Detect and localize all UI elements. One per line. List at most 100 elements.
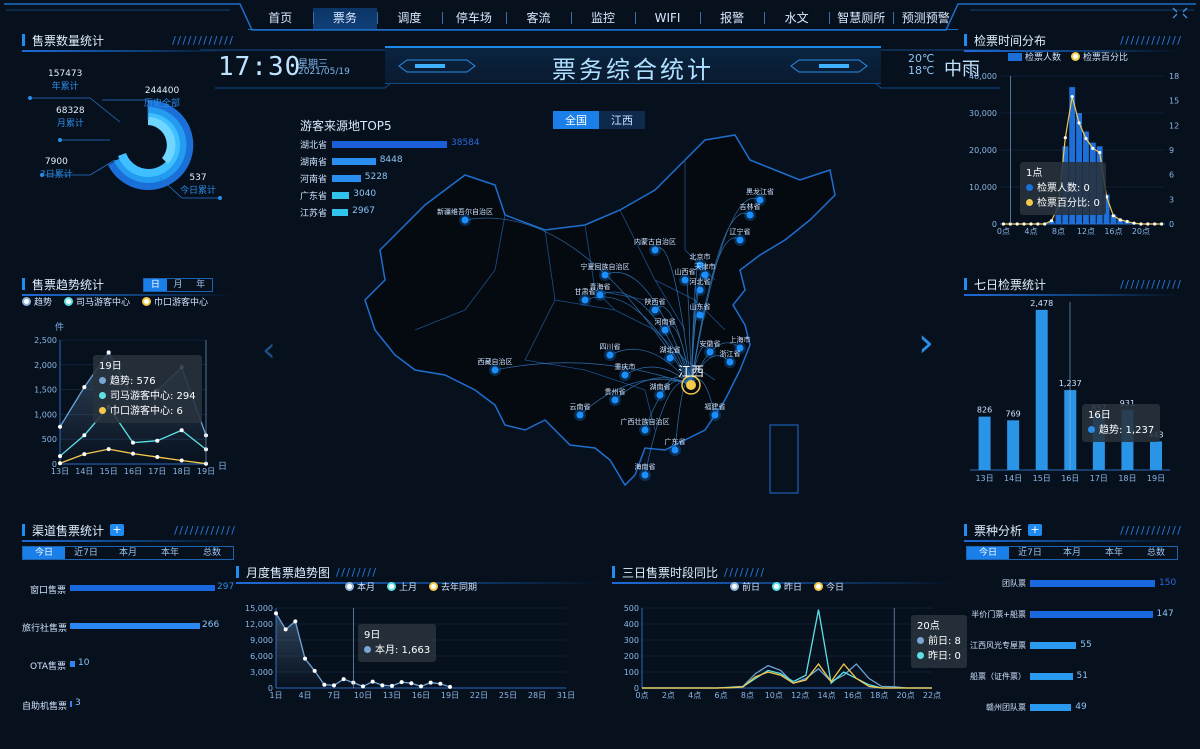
nav-item-4[interactable]: 客流 [506, 8, 571, 29]
check-pct-point[interactable] [1146, 222, 1150, 226]
check-pct-point[interactable] [1084, 136, 1088, 141]
channel-tab-month[interactable]: 本月 [107, 547, 149, 559]
seven-day-bar[interactable] [1035, 309, 1048, 470]
check-pct-point[interactable] [1118, 218, 1122, 222]
check-pct-point[interactable] [1139, 222, 1143, 226]
legend-last-month[interactable]: 上月 [387, 580, 417, 593]
nav-item-7[interactable]: 报警 [699, 8, 765, 29]
series-point[interactable] [106, 350, 111, 355]
check-pct-point[interactable] [1022, 222, 1026, 226]
series-point[interactable] [341, 677, 346, 682]
series-point[interactable] [428, 680, 433, 685]
channel-tab-total[interactable]: 总数 [191, 547, 233, 559]
check-pct-point[interactable] [1043, 222, 1047, 226]
series-point[interactable] [361, 684, 365, 689]
series-point[interactable] [131, 451, 135, 456]
tab-day[interactable]: 日 [144, 279, 167, 291]
nav-item-0[interactable]: 首页 [248, 8, 313, 29]
channel-add-icon[interactable]: + [110, 524, 125, 536]
series-point[interactable] [322, 682, 327, 687]
tab-year[interactable]: 年 [189, 279, 212, 291]
seven-day-bar[interactable] [1150, 441, 1162, 470]
series-point[interactable] [332, 683, 336, 688]
check-pct-point[interactable] [1070, 94, 1074, 99]
tab-month[interactable]: 月 [167, 279, 190, 291]
legend-check-pct[interactable]: 检票百分比 [1071, 50, 1128, 63]
series-point[interactable] [390, 683, 394, 688]
series-point[interactable] [155, 455, 160, 460]
ticket-tab-year[interactable]: 本年 [1093, 547, 1135, 559]
map-prev-arrow-icon[interactable]: ‹ [262, 330, 276, 370]
seven-day-bar[interactable] [978, 416, 991, 470]
series-point[interactable] [303, 656, 307, 661]
nav-item-1[interactable]: 票务 [312, 8, 378, 29]
series-point[interactable] [293, 619, 298, 624]
check-pct-point[interactable] [1132, 221, 1136, 225]
legend-today[interactable]: 今日 [814, 580, 844, 593]
map-toggle-national[interactable]: 全国 [553, 111, 599, 129]
nav-item-2[interactable]: 调度 [377, 8, 442, 29]
series-point[interactable] [58, 424, 62, 429]
channel-tab-year[interactable]: 本年 [149, 547, 191, 559]
channel-tab-7day[interactable]: 近7日 [65, 547, 107, 559]
series-point[interactable] [82, 385, 87, 390]
nav-item-8[interactable]: 水文 [764, 8, 829, 29]
series-point[interactable] [283, 627, 288, 632]
fullscreen-icon[interactable] [1172, 4, 1188, 19]
legend-last-year[interactable]: 去年同期 [429, 580, 477, 593]
check-pct-point[interactable] [1015, 222, 1019, 226]
legend-trend[interactable]: 趋势 [22, 295, 52, 308]
legend-jinkou[interactable]: 巾口游客中心 [142, 295, 208, 308]
check-pct-point[interactable] [1153, 222, 1157, 226]
nav-item-9[interactable]: 智慧厕所 [828, 8, 894, 29]
series-point[interactable] [312, 668, 317, 673]
map-province-label: 内蒙古自治区 [634, 238, 676, 246]
check-pct-point[interactable] [1098, 150, 1102, 155]
check-pct-point[interactable] [1125, 219, 1129, 224]
series-point[interactable] [106, 447, 111, 452]
series-point[interactable] [370, 679, 375, 684]
map-next-arrow-icon[interactable]: › [918, 320, 934, 366]
ticket-type-add-icon[interactable]: + [1028, 524, 1043, 536]
ticket-tab-7day[interactable]: 近7日 [1009, 547, 1051, 559]
series-point[interactable] [179, 458, 184, 463]
nav-item-6[interactable]: WIFI [635, 8, 700, 29]
series-point[interactable] [179, 428, 184, 433]
legend-day-before[interactable]: 前日 [730, 580, 760, 593]
series-point[interactable] [58, 454, 62, 459]
check-pct-point[interactable] [1036, 222, 1040, 226]
series-point[interactable] [131, 440, 135, 445]
ticket-tab-month[interactable]: 本月 [1051, 547, 1093, 559]
channel-tab-today[interactable]: 今日 [23, 547, 65, 559]
series-point[interactable] [448, 684, 452, 689]
check-pct-point[interactable] [1091, 146, 1095, 150]
series-point[interactable] [274, 611, 278, 616]
check-pct-point[interactable] [1159, 222, 1164, 226]
check-pct-point[interactable] [1029, 222, 1033, 226]
check-pct-point[interactable] [1063, 136, 1067, 140]
ticket-tab-today[interactable]: 今日 [967, 547, 1009, 559]
series-point[interactable] [82, 452, 87, 457]
ticket-tab-total[interactable]: 总数 [1135, 547, 1177, 559]
map-toggle-jiangxi[interactable]: 江西 [599, 111, 645, 129]
series-point[interactable] [155, 438, 160, 443]
legend-yesterday[interactable]: 昨日 [772, 580, 802, 593]
series-point[interactable] [409, 681, 414, 686]
seven-day-bar[interactable] [1007, 420, 1020, 470]
check-pct-point[interactable] [1001, 222, 1006, 226]
legend-check-count[interactable]: 检票人数 [1008, 50, 1061, 63]
nav-item-5[interactable]: 监控 [570, 8, 636, 29]
check-pct-point[interactable] [1049, 219, 1054, 223]
check-pct-point[interactable] [1077, 121, 1081, 125]
legend-this-month[interactable]: 本月 [345, 580, 375, 593]
check-pct-point[interactable] [1111, 214, 1116, 218]
series-point[interactable] [380, 683, 385, 688]
nav-item-3[interactable]: 停车场 [441, 8, 507, 29]
series-point[interactable] [82, 433, 87, 438]
series-point[interactable] [419, 684, 423, 689]
series-point[interactable] [438, 681, 443, 686]
series-point[interactable] [399, 680, 404, 685]
legend-sima[interactable]: 司马游客中心 [64, 295, 130, 308]
series-point[interactable] [58, 461, 62, 466]
nav-item-10[interactable]: 预测预警 [893, 8, 958, 29]
